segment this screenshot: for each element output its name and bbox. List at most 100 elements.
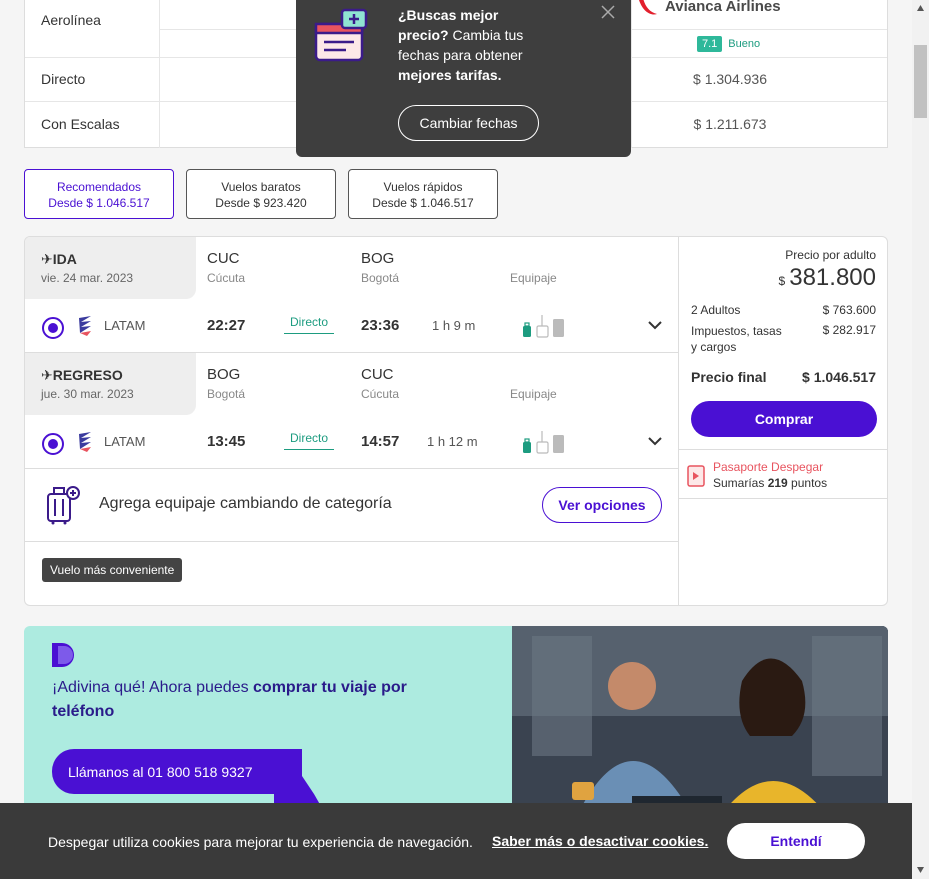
taxes-value: $ 282.917 — [822, 323, 876, 337]
divider — [159, 0, 160, 148]
divider — [679, 498, 887, 499]
banner-text: ¡Adivina qué! Ahora puedes comprar tu vi… — [52, 676, 452, 724]
airline-rating: 7.1 Bueno — [697, 35, 760, 53]
tab-recommended[interactable]: Recomendados Desde $ 1.046.517 — [24, 169, 174, 219]
final-price-label: Precio final — [691, 369, 767, 385]
origin-code: CUC — [207, 250, 240, 267]
scroll-down-icon[interactable] — [916, 866, 925, 874]
latam-logo-icon — [79, 432, 91, 452]
tab-sub: Desde $ 923.420 — [215, 196, 307, 210]
destination-code: BOG — [361, 250, 395, 267]
banner-text-pre: ¡Adivina qué! Ahora puedes — [52, 679, 254, 696]
outbound-airline: LATAM — [104, 318, 146, 333]
add-luggage-text: Agrega equipaje cambiando de categoría — [99, 495, 392, 512]
destination-city: Bogotá — [361, 271, 400, 285]
scrollbar[interactable] — [912, 0, 929, 879]
divider — [25, 541, 678, 542]
latam-logo-icon — [79, 316, 91, 336]
flight-card: ✈IDA vie. 24 mar. 2023 CUC Cúcuta BOG Bo… — [24, 236, 888, 606]
rating-score: 7.1 — [697, 36, 723, 52]
taxes-row: Impuestos, tasas y cargos $ 282.917 — [691, 323, 876, 355]
row-label-airline: Aerolínea — [41, 12, 101, 28]
destination-code: CUC — [361, 366, 394, 383]
airline-name[interactable]: Avianca Airlines — [665, 0, 781, 15]
change-dates-button[interactable]: Cambiar fechas — [398, 105, 539, 141]
tab-label: Vuelos rápidos — [383, 180, 463, 194]
row-label-stops: Con Escalas — [41, 116, 120, 132]
scroll-thumb[interactable] — [914, 45, 927, 118]
outbound-title: ✈IDA — [41, 251, 77, 267]
convenient-flight-badge: Vuelo más conveniente — [42, 558, 183, 582]
passport-title[interactable]: Pasaporte Despegar — [713, 460, 823, 474]
outbound-stops[interactable]: Directo — [284, 315, 334, 334]
tab-label: Vuelos baratos — [221, 180, 301, 194]
tab-sub: Desde $ 1.046.517 — [48, 196, 150, 210]
direct-price[interactable]: $ 1.304.936 — [655, 71, 805, 87]
price-per-adult-label: Precio por adulto — [785, 248, 876, 262]
close-icon[interactable] — [601, 5, 615, 19]
divider — [631, 0, 632, 148]
luggage-label: Equipaje — [510, 271, 557, 285]
chevron-down-icon[interactable] — [648, 436, 662, 446]
adults-label: 2 Adultos — [691, 303, 741, 317]
inbound-departure: 13:45 — [207, 433, 246, 450]
currency-symbol: $ — [778, 274, 786, 288]
price-per-adult: $381.800 — [779, 264, 876, 292]
calendar-chat-icon — [314, 8, 368, 62]
outbound-date: vie. 24 mar. 2023 — [41, 271, 134, 285]
inbound-title: ✈REGRESO — [41, 367, 123, 383]
despegar-logo-icon — [52, 643, 74, 667]
adults-value: $ 763.600 — [822, 303, 876, 317]
better-price-tooltip: ¿Buscas mejor precio? Cambia tus fechas … — [296, 0, 631, 157]
view-options-button[interactable]: Ver opciones — [542, 487, 662, 523]
origin-city: Cúcuta — [207, 271, 246, 285]
row-label-direct: Directo — [41, 71, 86, 87]
call-button[interactable]: Llámanos al 01 800 518 9327 — [52, 749, 302, 794]
inbound-header: ✈REGRESO jue. 30 mar. 2023 — [25, 353, 196, 415]
tab-sub: Desde $ 1.046.517 — [372, 196, 474, 210]
cookie-message: Despegar utiliza cookies para mejorar tu… — [48, 834, 473, 850]
avianca-logo-icon — [639, 0, 657, 15]
luggage-icon — [523, 431, 564, 454]
tooltip-text: ¿Buscas mejor precio? Cambia tus fechas … — [398, 5, 548, 85]
passport-points: Sumarías 219 puntos — [713, 476, 827, 490]
luggage-label: Equipaje — [510, 387, 557, 401]
divider — [679, 449, 887, 450]
inbound-airline: LATAM — [104, 434, 146, 449]
rating-word: Bueno — [728, 38, 761, 50]
final-price-value: $ 1.046.517 — [802, 369, 876, 385]
stops-price[interactable]: $ 1.211.673 — [655, 116, 805, 132]
passport-points-value: 219 — [767, 476, 788, 490]
price-panel: Precio por adulto $381.800 2 Adultos $ 7… — [678, 237, 887, 605]
passport-pre: Sumarías — [713, 476, 768, 490]
tab-cheap[interactable]: Vuelos baratos Desde $ 923.420 — [186, 169, 336, 219]
divider — [25, 468, 678, 469]
outbound-header: ✈IDA vie. 24 mar. 2023 — [25, 237, 196, 299]
outbound-duration: 1 h 9 m — [432, 318, 476, 333]
outbound-departure: 22:27 — [207, 317, 246, 334]
price-per-adult-value: 381.800 — [789, 264, 876, 291]
tab-fast[interactable]: Vuelos rápidos Desde $ 1.046.517 — [348, 169, 498, 219]
outbound-radio[interactable] — [42, 317, 64, 339]
page: Aerolínea Directo Con Escalas Avianca Ai… — [0, 0, 912, 879]
final-price-row: Precio final $ 1.046.517 — [691, 369, 876, 385]
passport-post: puntos — [787, 476, 828, 490]
cookie-accept-button[interactable]: Entendí — [727, 823, 865, 859]
passport-icon — [687, 465, 705, 487]
inbound-duration: 1 h 12 m — [427, 434, 478, 449]
buy-button[interactable]: Comprar — [691, 401, 877, 437]
adults-row: 2 Adultos $ 763.600 — [691, 303, 876, 317]
inbound-radio[interactable] — [42, 433, 64, 455]
inbound-stops[interactable]: Directo — [284, 431, 334, 450]
taxes-label: Impuestos, tasas y cargos — [691, 324, 782, 354]
tab-label: Recomendados — [56, 180, 142, 194]
luggage-icon — [523, 315, 564, 338]
origin-code: BOG — [207, 366, 241, 383]
inbound-date: jue. 30 mar. 2023 — [41, 387, 134, 401]
origin-city: Bogotá — [207, 387, 246, 401]
destination-city: Cúcuta — [361, 387, 400, 401]
cookie-banner: Despegar utiliza cookies para mejorar tu… — [0, 803, 912, 879]
scroll-up-icon[interactable] — [916, 4, 925, 12]
cookie-settings-link[interactable]: Saber más o desactivar cookies. — [492, 833, 708, 849]
chevron-down-icon[interactable] — [648, 320, 662, 330]
